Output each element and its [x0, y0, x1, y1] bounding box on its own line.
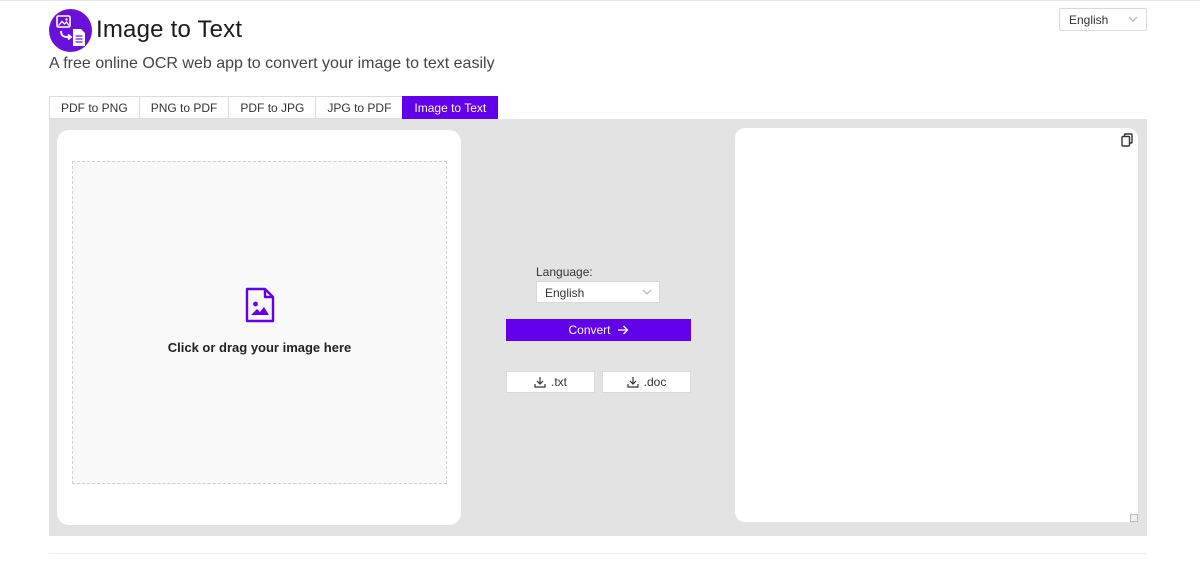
download-doc-button[interactable]: .doc — [602, 371, 691, 393]
download-txt-label: .txt — [550, 375, 567, 389]
copy-icon[interactable] — [1121, 133, 1133, 147]
arrow-right-icon — [617, 325, 628, 335]
dropzone-label: Click or drag your image here — [167, 340, 352, 355]
top-divider — [0, 0, 1200, 1]
ocr-language-label: Language: — [536, 265, 593, 279]
download-icon — [534, 377, 546, 388]
convert-button-label: Convert — [568, 323, 611, 337]
ocr-language-select[interactable]: English — [536, 281, 660, 303]
app-title: Image to Text — [96, 16, 243, 43]
app-subtitle: A free online OCR web app to convert you… — [49, 55, 495, 72]
chevron-down-icon — [1128, 16, 1138, 22]
ocr-output-textarea[interactable] — [735, 128, 1138, 522]
textarea-resize-handle[interactable] — [1130, 514, 1138, 522]
download-doc-label: .doc — [643, 375, 667, 389]
converter-tabs: PDF to PNG PNG to PDF PDF to JPG JPG to … — [49, 96, 499, 119]
image-dropzone[interactable]: Click or drag your image here — [72, 161, 447, 484]
download-icon — [627, 377, 639, 388]
site-language-value: English — [1069, 13, 1109, 27]
tab-png-to-pdf[interactable]: PNG to PDF — [138, 96, 229, 119]
tab-pdf-to-png[interactable]: PDF to PNG — [49, 96, 139, 119]
tab-jpg-to-pdf[interactable]: JPG to PDF — [315, 96, 403, 119]
image-to-document-icon — [56, 15, 85, 46]
app-logo — [49, 9, 92, 52]
download-txt-button[interactable]: .txt — [506, 371, 595, 393]
convert-button[interactable]: Convert — [506, 319, 691, 341]
ocr-language-value: English — [545, 286, 585, 300]
image-file-icon — [245, 287, 275, 323]
bottom-divider — [49, 553, 1147, 554]
tab-image-to-text[interactable]: Image to Text — [402, 96, 499, 119]
chevron-down-icon — [642, 289, 652, 295]
site-language-select[interactable]: English — [1059, 8, 1147, 31]
tab-pdf-to-jpg[interactable]: PDF to JPG — [228, 96, 316, 119]
